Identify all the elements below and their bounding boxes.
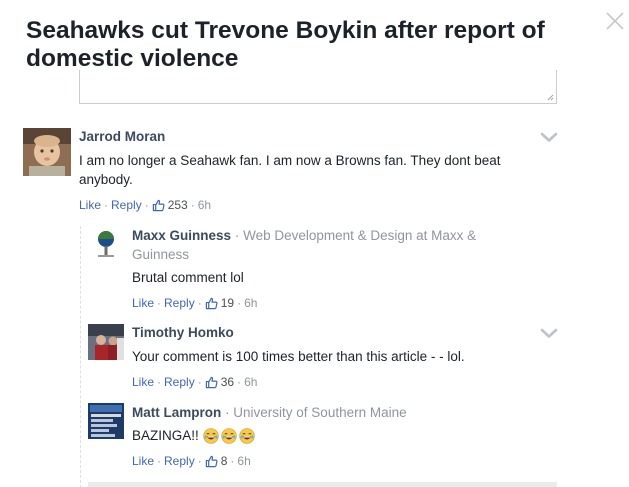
thumbs-up-icon <box>152 199 165 211</box>
emoji-group <box>203 427 255 444</box>
comment-actions: Like · Reply · 253 · 6h <box>79 198 211 212</box>
resize-grip-icon[interactable] <box>547 94 554 101</box>
comment-actions: Like · Reply · 8 · 6h <box>132 454 251 468</box>
timestamp[interactable]: 6h <box>237 454 250 468</box>
like-link[interactable]: Like <box>132 375 154 389</box>
like-count: 8 <box>220 454 228 468</box>
separator-dot: · <box>237 296 242 310</box>
avatar[interactable] <box>88 403 124 439</box>
like-link[interactable]: Like <box>79 198 101 212</box>
thumbs-up-icon <box>205 376 218 388</box>
reply-author-line-cont: Guinness <box>132 245 189 264</box>
separator-dot: · <box>237 375 242 389</box>
separator-dot: · <box>234 228 240 243</box>
separator-dot: · <box>197 454 202 468</box>
close-icon <box>606 12 624 30</box>
like-link[interactable]: Like <box>132 296 154 310</box>
comment-actions: Like · Reply · 19 · 6h <box>132 296 257 310</box>
like-count: 253 <box>167 198 188 212</box>
article-headline: Seahawks cut Trevone Boykin after report… <box>26 17 545 72</box>
timestamp[interactable]: 6h <box>244 296 257 310</box>
comment-author[interactable]: Jarrod Moran <box>79 129 165 144</box>
avatar[interactable] <box>88 324 124 360</box>
avatar[interactable] <box>88 227 124 263</box>
reply-link[interactable]: Reply <box>164 296 195 310</box>
separator-dot: · <box>197 296 202 310</box>
separator-dot: · <box>190 198 195 212</box>
like-link[interactable]: Like <box>132 454 154 468</box>
reply-link[interactable]: Reply <box>164 375 195 389</box>
laughing-emoji-icon <box>239 427 255 444</box>
separator-dot: · <box>230 454 235 468</box>
reply-textarea[interactable] <box>79 70 557 104</box>
reply-author-line: Matt Lampron · University of Southern Ma… <box>132 403 407 422</box>
chevron-down-icon <box>540 328 558 338</box>
thumbs-up-icon <box>205 297 218 309</box>
reply-input-edge <box>88 482 557 487</box>
separator-dot: · <box>157 375 162 389</box>
laughing-emoji-icon <box>203 427 219 444</box>
comments-popup: Seahawks cut Trevone Boykin after report… <box>0 0 629 487</box>
author-affiliation-cont[interactable]: Guinness <box>132 247 189 262</box>
thumbs-up-icon <box>205 455 218 467</box>
author-affiliation[interactable]: Web Development & Design at Maxx & <box>243 228 476 243</box>
comment-text: BAZINGA!! <box>132 428 199 443</box>
separator-dot: · <box>225 405 230 420</box>
comment-text: I am no longer a Seahawk fan. I am now a… <box>79 153 501 187</box>
comment-text: Your comment is 100 times better than th… <box>132 349 465 364</box>
comment-text: Brutal comment lol <box>132 270 244 285</box>
comment-author[interactable]: Matt Lampron <box>132 405 221 420</box>
separator-dot: · <box>144 198 149 212</box>
separator-dot: · <box>157 296 162 310</box>
comment-author[interactable]: Maxx Guinness <box>132 228 231 243</box>
separator-dot: · <box>157 454 162 468</box>
separator-dot: · <box>197 375 202 389</box>
timestamp[interactable]: 6h <box>244 375 257 389</box>
author-affiliation[interactable]: University of Southern Maine <box>233 405 406 420</box>
comment-author[interactable]: Timothy Homko <box>132 325 234 340</box>
avatar[interactable] <box>23 128 71 176</box>
reply-link[interactable]: Reply <box>164 454 195 468</box>
comment-text-row: BAZINGA!! <box>132 426 552 445</box>
reply-author-line: Maxx Guinness · Web Development & Design… <box>132 226 476 245</box>
reply-link[interactable]: Reply <box>111 198 142 212</box>
comment-menu-button[interactable] <box>540 130 558 142</box>
like-count: 19 <box>220 296 235 310</box>
timestamp[interactable]: 6h <box>198 198 211 212</box>
reply-thread-line <box>80 226 81 487</box>
laughing-emoji-icon <box>221 427 237 444</box>
comment-menu-button[interactable] <box>540 326 558 338</box>
close-button[interactable] <box>604 10 626 32</box>
comment-actions: Like · Reply · 36 · 6h <box>132 375 257 389</box>
like-count: 36 <box>220 375 235 389</box>
chevron-down-icon <box>540 132 558 142</box>
separator-dot: · <box>104 198 109 212</box>
